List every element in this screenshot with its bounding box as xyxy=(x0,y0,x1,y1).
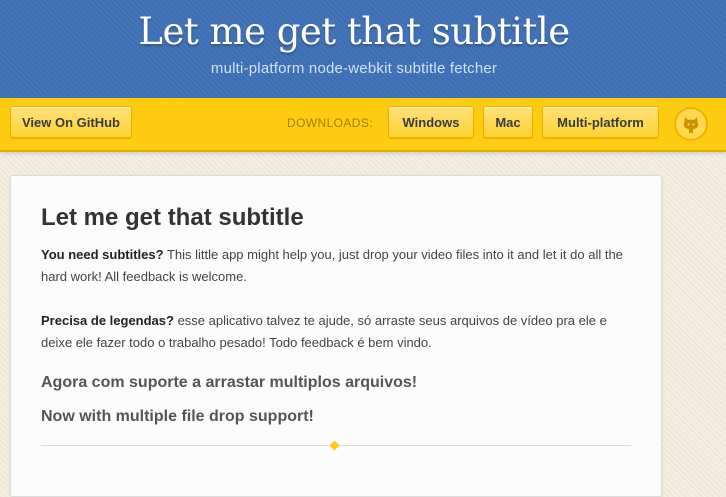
site-header: Let me get that subtitle multi-platform … xyxy=(0,0,726,98)
view-on-github-button[interactable]: View On GitHub xyxy=(10,106,132,138)
github-octocat-icon[interactable] xyxy=(674,107,708,141)
download-bar: View On GitHub DOWNLOADS: Windows Mac Mu… xyxy=(0,98,726,152)
download-windows-button[interactable]: Windows xyxy=(388,106,474,138)
feature-portuguese: Agora com suporte a arrastar multiplos a… xyxy=(41,374,418,391)
content-card: Let me get that subtitle You need subtit… xyxy=(10,175,662,497)
intro-portuguese-lead: Precisa de legendas? xyxy=(41,313,174,328)
download-mac-button[interactable]: Mac xyxy=(483,106,533,138)
intro-english-lead: You need subtitles? xyxy=(41,247,164,262)
download-multiplatform-button[interactable]: Multi-platform xyxy=(542,106,659,138)
downloads-label: DOWNLOADS: xyxy=(287,116,374,130)
octocat-glyph xyxy=(683,117,699,133)
site-title: Let me get that subtitle xyxy=(138,10,570,53)
feature-english: Now with multiple file drop support! xyxy=(41,408,314,425)
divider-diamond-icon xyxy=(329,440,340,451)
intro-portuguese: Precisa de legendas? esse aplicativo tal… xyxy=(41,310,637,354)
intro-english: You need subtitles? This little app migh… xyxy=(41,244,637,288)
site-subtitle: multi-platform node-webkit subtitle fetc… xyxy=(210,60,498,77)
page-title: Let me get that subtitle xyxy=(41,204,304,231)
